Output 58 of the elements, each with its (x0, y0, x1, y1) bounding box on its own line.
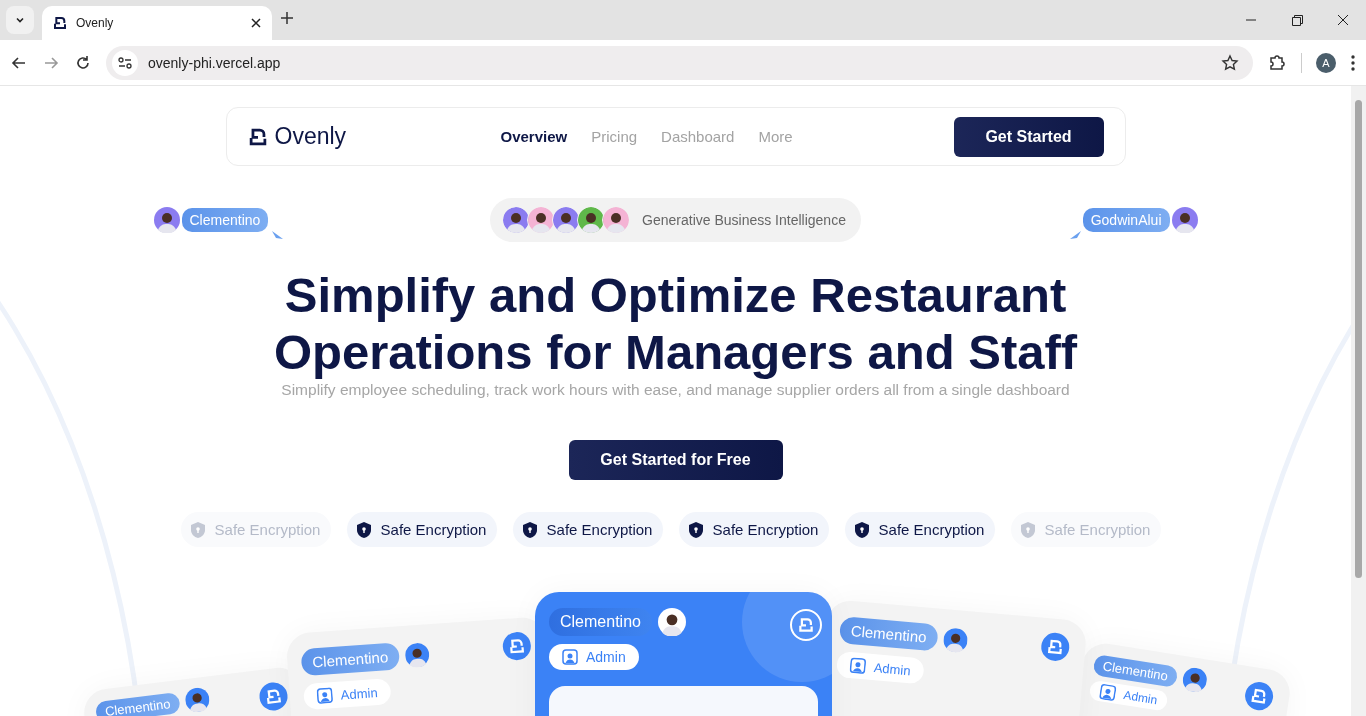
feature-label: Safe Encryption (1044, 521, 1151, 538)
role-badge: Admin (549, 644, 639, 670)
url-text: ovenly-phi.vercel.app (148, 55, 282, 71)
user-name-tag: Clementino (549, 608, 652, 636)
bookmark-star-icon[interactable] (1221, 54, 1239, 72)
scrollbar[interactable] (1351, 86, 1366, 716)
user-profile-icon (849, 657, 867, 675)
shield-icon (688, 521, 703, 538)
user-avatar (153, 207, 180, 233)
user-avatar (1180, 666, 1209, 694)
badge-text: Generative Business Intelligence (642, 212, 846, 228)
user-avatar (183, 686, 211, 714)
get-started-free-button[interactable]: Get Started for Free (568, 440, 783, 480)
user-avatar (657, 608, 686, 636)
user-name-tag: Clementino (94, 691, 181, 716)
user-profile-icon (316, 687, 334, 705)
shield-icon (1020, 521, 1035, 538)
scrollbar-thumb[interactable] (1355, 100, 1362, 578)
get-started-button[interactable]: Get Started (953, 116, 1104, 157)
address-bar[interactable]: ovenly-phi.vercel.app (106, 46, 1253, 80)
user-name-tag: GodwinAlui (1082, 208, 1170, 232)
plus-icon (280, 11, 294, 25)
role-badge: Admin (835, 650, 925, 685)
feature-label: Safe Encryption (878, 521, 985, 538)
brand-name: Ovenly (274, 123, 347, 150)
role-badge: Admin (1088, 679, 1169, 712)
shield-icon (190, 521, 205, 538)
tab-title: Ovenly (76, 16, 115, 30)
user-avatar (404, 641, 430, 668)
browser-tab[interactable]: Ovenly (42, 6, 272, 40)
reload-icon[interactable] (74, 54, 92, 72)
feature-label: Safe Encryption (712, 521, 819, 538)
site-settings-icon[interactable] (117, 55, 133, 71)
ovenly-logo-icon (507, 636, 527, 656)
shield-icon (854, 521, 869, 538)
user-avatar (1171, 207, 1198, 233)
user-name-tag: Clementino (838, 616, 939, 652)
user-name-tag: Clementino (300, 642, 401, 677)
user-avatar (942, 626, 969, 653)
hero-subtitle: Simplify employee scheduling, track work hours with ease, and manage supplier orders all from a single dashboard (281, 381, 1070, 399)
menu-icon[interactable] (1350, 54, 1356, 72)
close-tab-icon[interactable] (250, 17, 262, 29)
favicon-icon (52, 15, 68, 31)
feature-label: Safe Encryption (546, 521, 653, 538)
nav-link[interactable]: Overview (500, 128, 568, 145)
user-profile-icon (1098, 683, 1117, 702)
shield-icon (522, 521, 537, 538)
extensions-icon[interactable] (1267, 53, 1287, 73)
role-badge: Admin (302, 678, 392, 711)
profile-avatar[interactable]: A (1316, 53, 1336, 73)
shield-icon (356, 521, 371, 538)
feature-label: Safe Encryption (214, 521, 321, 538)
user-name-tag: Clementino (181, 208, 269, 232)
user-profile-icon (562, 649, 578, 665)
feature-label: Safe Encryption (380, 521, 487, 538)
ovenly-logo-icon (797, 616, 815, 634)
hero-title: Simplify and Optimize Restaurant Operations for Managers and Staff (272, 267, 1079, 381)
user-name-tag: Clementino (1092, 653, 1179, 688)
